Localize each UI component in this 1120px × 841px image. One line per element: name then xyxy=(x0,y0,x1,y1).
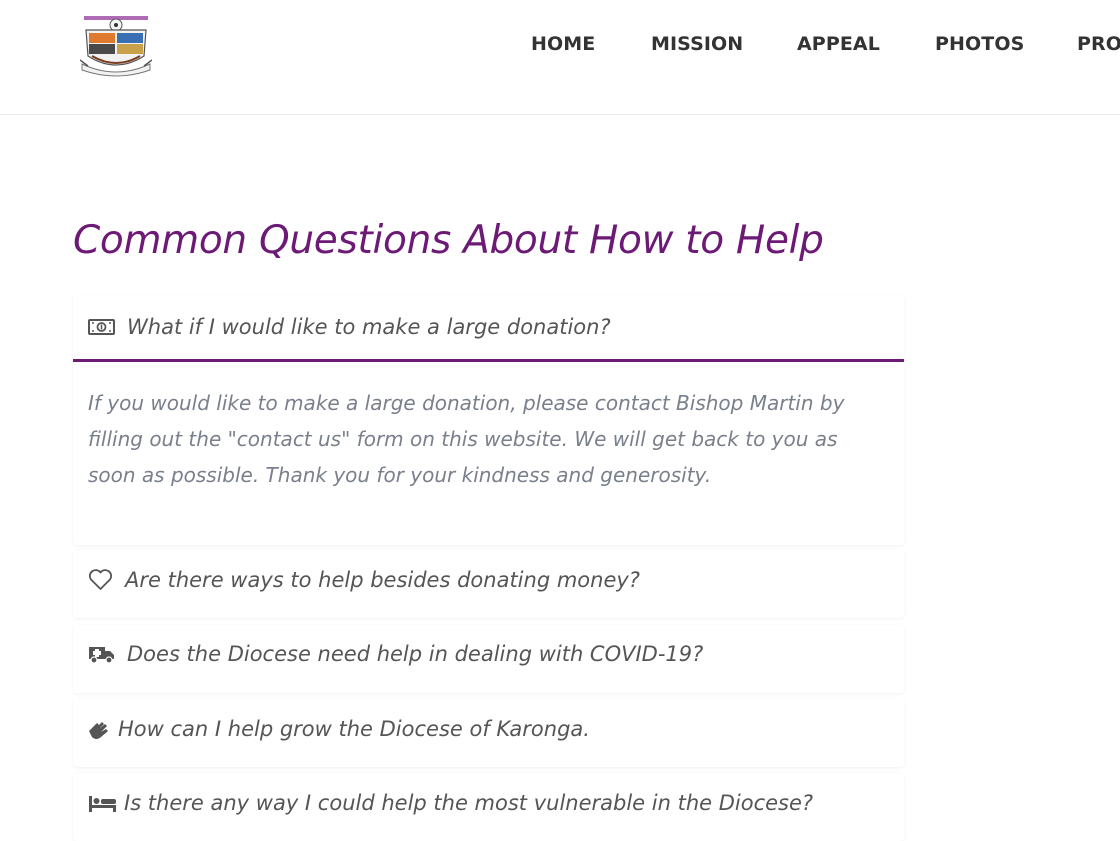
faq-item-large-donation: What if I would like to make a large don… xyxy=(73,295,904,545)
ambulance-icon xyxy=(88,644,115,664)
page-title: Common Questions About How to Help xyxy=(73,218,824,263)
nav-appeal[interactable]: APPEAL xyxy=(797,33,880,55)
faq-answer-text: If you would like to make a large donati… xyxy=(88,391,845,487)
faq-question-text: Is there any way I could help the most v… xyxy=(124,791,814,815)
faq-item-grow-diocese: How can I help grow the Diocese of Karon… xyxy=(73,699,904,767)
main-nav: HOME MISSION APPEAL PHOTOS PRO xyxy=(0,33,1120,59)
nav-mission[interactable]: MISSION xyxy=(651,33,743,55)
heart-icon xyxy=(88,569,113,591)
bed-icon xyxy=(88,794,117,812)
faq-question-toggle[interactable]: Is there any way I could help the most v… xyxy=(73,773,904,833)
site-header: HOME MISSION APPEAL PHOTOS PRO xyxy=(0,0,1120,115)
faq-item-covid: Does the Diocese need help in dealing wi… xyxy=(73,625,904,693)
faq-question-toggle[interactable]: How can I help grow the Diocese of Karon… xyxy=(73,699,904,759)
faq-question-toggle[interactable]: Are there ways to help besides donating … xyxy=(73,550,904,610)
faq-item-vulnerable: Is there any way I could help the most v… xyxy=(73,773,904,841)
faq-question-text: What if I would like to make a large don… xyxy=(127,315,611,339)
sign-language-icon xyxy=(87,717,111,741)
faq-question-toggle[interactable]: What if I would like to make a large don… xyxy=(73,295,904,362)
nav-photos[interactable]: PHOTOS xyxy=(935,33,1024,55)
faq-question-text: How can I help grow the Diocese of Karon… xyxy=(118,717,590,741)
faq-question-text: Are there ways to help besides donating … xyxy=(125,568,640,592)
nav-home[interactable]: HOME xyxy=(531,33,595,55)
faq-question-toggle[interactable]: Does the Diocese need help in dealing wi… xyxy=(73,625,904,683)
faq-item-ways-to-help: Are there ways to help besides donating … xyxy=(73,550,904,618)
nav-projects[interactable]: PRO xyxy=(1077,33,1120,55)
money-bill-icon xyxy=(88,319,115,335)
faq-question-text: Does the Diocese need help in dealing wi… xyxy=(127,642,704,666)
